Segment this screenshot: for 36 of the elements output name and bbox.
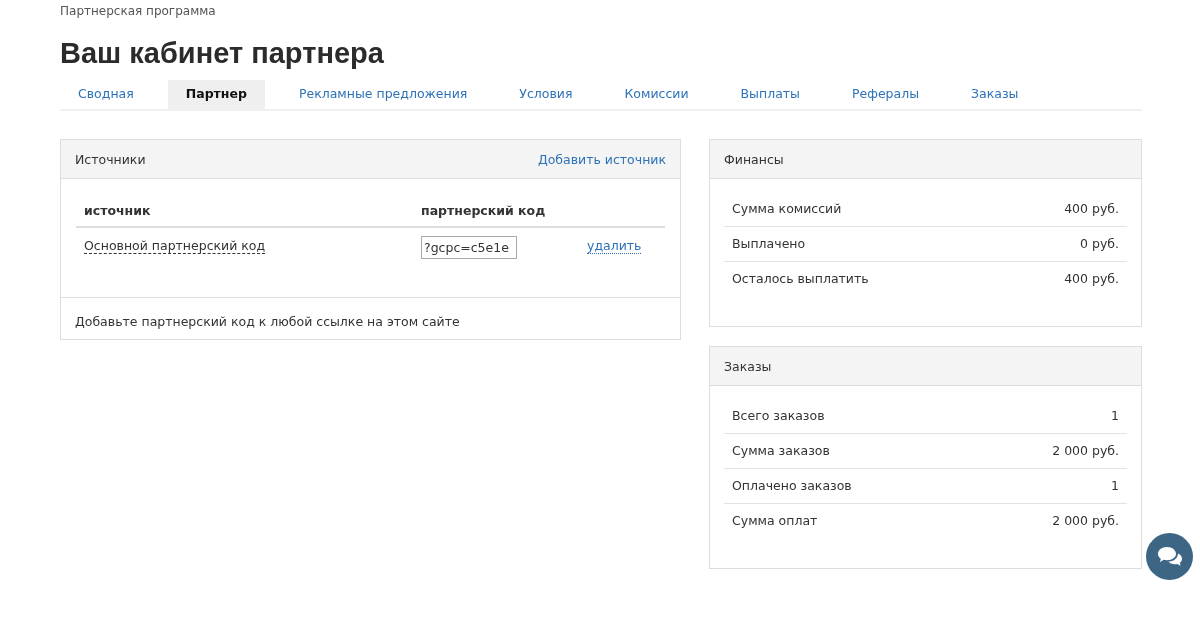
stat-label: Осталось выплатить (732, 271, 869, 286)
tab[interactable]: Заказы (953, 80, 1037, 109)
delete-link[interactable]: удалить (587, 238, 642, 254)
panel-title: Источники (75, 151, 146, 167)
stat-value: 2 000 руб. (1052, 513, 1119, 528)
stat-label: Выплачено (732, 236, 806, 251)
tab[interactable]: Рекламные предложения (280, 80, 486, 109)
breadcrumb-link[interactable]: Партнерская программа (60, 4, 216, 18)
column-header: источник (76, 193, 413, 227)
stat-label: Сумма оплат (732, 513, 818, 528)
column-header: партнерский код (413, 193, 579, 227)
tab[interactable]: Сводная (60, 80, 152, 109)
tab[interactable]: Выплаты (722, 80, 818, 109)
chat-button[interactable] (1146, 533, 1193, 580)
stat-value: 1 (1111, 408, 1119, 423)
panel-title: Заказы (724, 358, 772, 374)
stat-label: Сумма заказов (732, 443, 830, 458)
chat-icon (1156, 545, 1183, 568)
add-source-link[interactable]: Добавить источник (537, 151, 666, 167)
stat-value: 0 руб. (1080, 236, 1119, 251)
panel-title: Финансы (724, 151, 784, 167)
stat-value: 400 руб. (1064, 201, 1119, 216)
tab[interactable]: Условия (501, 80, 591, 109)
code-field[interactable]: ?gcpc=c5e1e (421, 236, 517, 259)
stat-value: 2 000 руб. (1052, 443, 1119, 458)
tab[interactable]: Рефералы (833, 80, 938, 109)
hint-text: Добавьте партнерский код к любой ссылке на этом сайте (61, 297, 680, 339)
stat-label: Сумма комиссий (732, 201, 842, 216)
tab[interactable]: Комиссии (606, 80, 707, 109)
stat-value: 400 руб. (1064, 271, 1119, 286)
page-title: Ваш кабинет партнера (60, 37, 385, 70)
source-name[interactable]: Основной партнерский код (84, 238, 266, 254)
tab[interactable]: Партнер (167, 80, 265, 109)
stat-label: Всего заказов (732, 408, 825, 423)
stat-value: 1 (1111, 478, 1119, 493)
stat-label: Оплачено заказов (732, 478, 852, 493)
